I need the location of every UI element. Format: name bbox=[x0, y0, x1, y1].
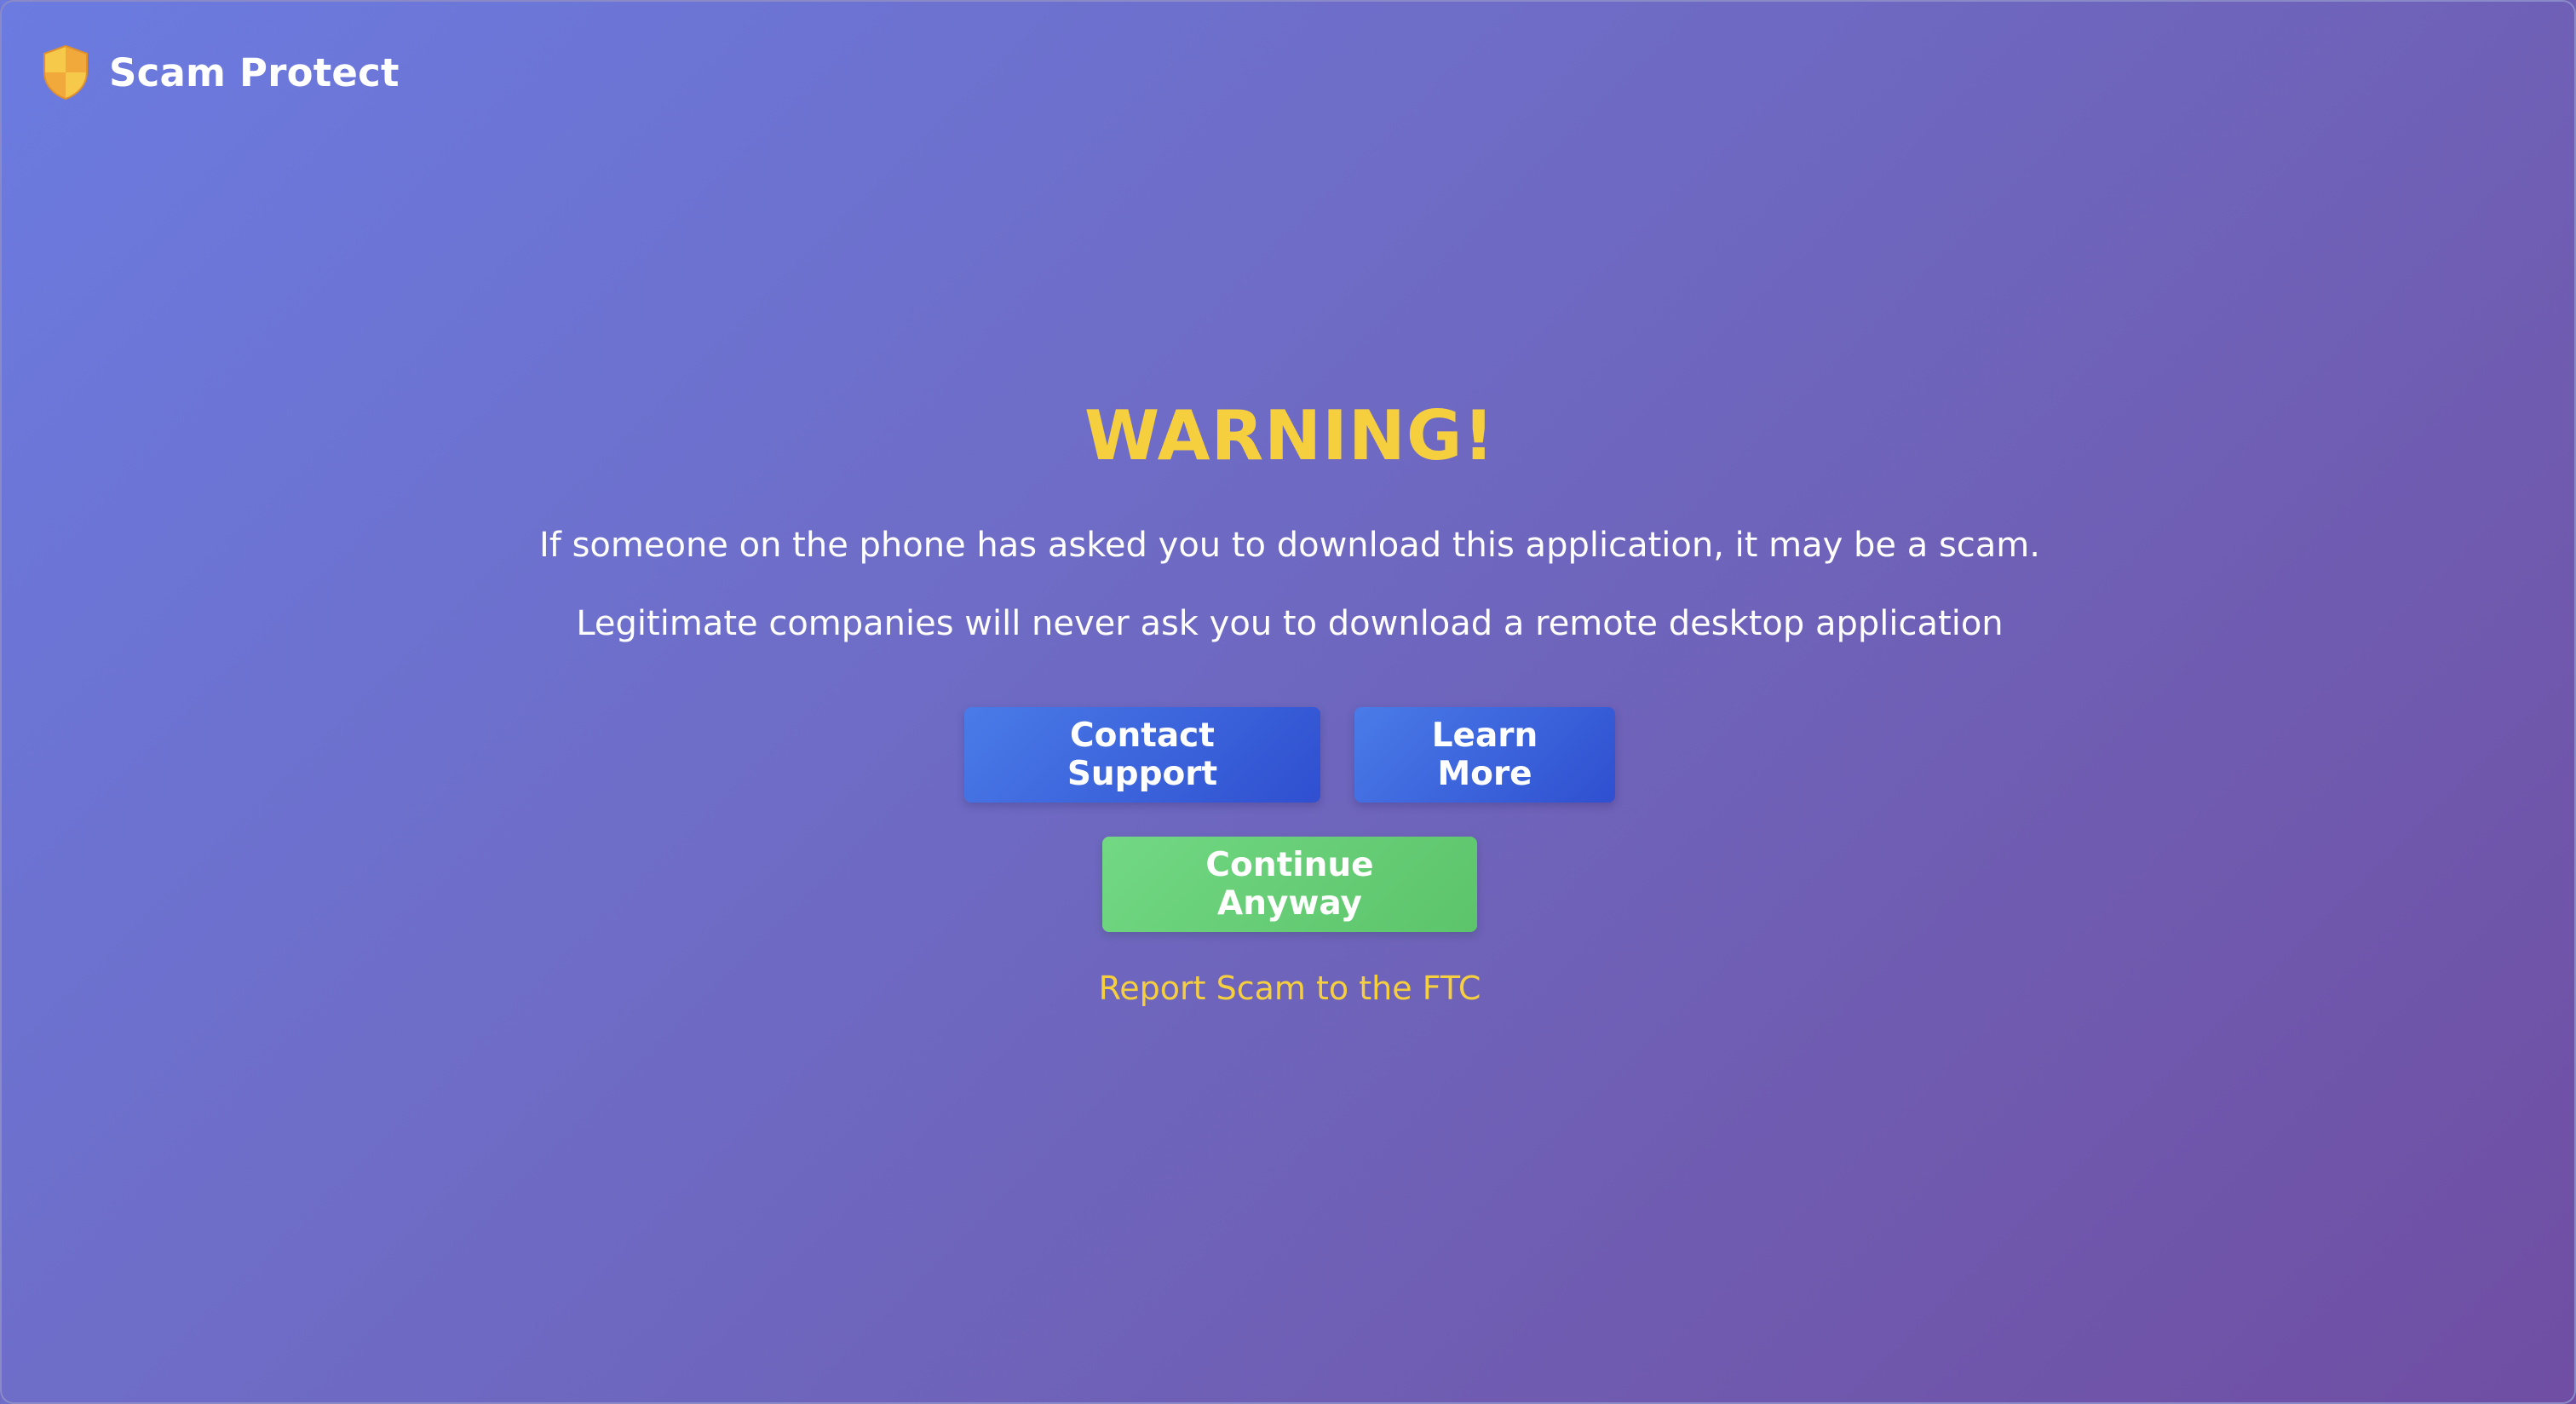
warning-message-line-1: If someone on the phone has asked you to… bbox=[539, 526, 2040, 565]
shield-icon bbox=[43, 44, 88, 101]
warning-panel: WARNING! If someone on the phone has ask… bbox=[2, 385, 2576, 1007]
secondary-actions: Continue Anyway bbox=[2, 837, 2576, 932]
warning-title: WARNING! bbox=[1084, 396, 1495, 475]
contact-support-button[interactable]: Contact Support bbox=[964, 707, 1320, 803]
report-scam-link[interactable]: Report Scam to the FTC bbox=[1099, 970, 1481, 1007]
continue-anyway-button[interactable]: Continue Anyway bbox=[1102, 837, 1477, 932]
warning-message-line-2: Legitimate companies will never ask you … bbox=[576, 604, 2004, 643]
app-name: Scam Protect bbox=[109, 49, 400, 95]
primary-actions: Contact Support Learn More bbox=[2, 707, 2576, 803]
learn-more-button[interactable]: Learn More bbox=[1354, 707, 1615, 803]
app-window: Scam Protect WARNING! If someone on the … bbox=[0, 0, 2576, 1404]
brand-header: Scam Protect bbox=[41, 44, 400, 101]
